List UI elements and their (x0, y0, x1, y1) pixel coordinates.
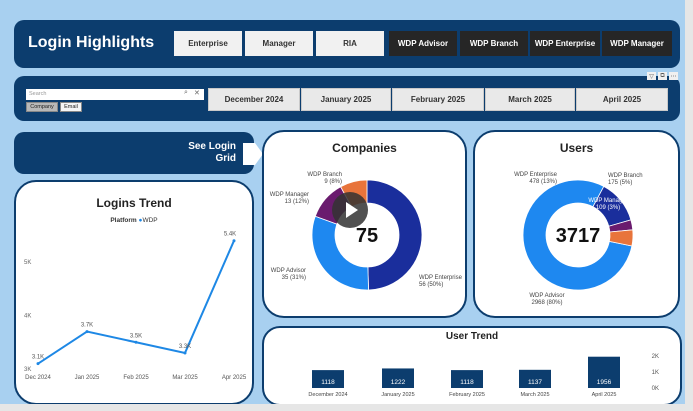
slice-label: 175 (5%) (608, 180, 632, 186)
data-point (134, 340, 138, 344)
slice-label: 2968 (80%) (531, 300, 562, 306)
month-button-jan-2025[interactable]: January 2025 (301, 88, 391, 111)
x-tick-label: March 2025 (520, 392, 549, 398)
series-line-wdp (37, 240, 235, 365)
data-label: 3.7K (81, 323, 93, 329)
x-tick-label: January 2025 (381, 392, 414, 398)
data-label: 3.3K (179, 344, 191, 350)
slice-label: WDP Branch (608, 173, 643, 179)
user-trend-card: User Trend 1118 December 2024 1222 January … (262, 326, 682, 406)
filter-button-enterprise[interactable]: Enterprise (174, 31, 242, 56)
x-tick-label: April 2025 (592, 392, 617, 398)
play-icon (346, 202, 358, 218)
slice-label: WDP Enterprise (514, 172, 558, 178)
x-tick-label: December 2024 (308, 392, 347, 398)
filter-button-wdp-branch[interactable]: WDP Branch (460, 31, 528, 56)
data-point (232, 239, 236, 243)
focus-icon[interactable]: ⧉ (658, 72, 667, 80)
tab-email[interactable]: Email (60, 102, 82, 112)
y-tick-label: 2K (652, 354, 659, 360)
slice-label: WDP Branch (307, 172, 342, 178)
slice-label: 478 (13%) (529, 179, 557, 185)
y-tick-label: 4K (24, 314, 31, 320)
x-tick-label: Mar 2025 (172, 375, 198, 381)
data-label: 3.5K (130, 333, 142, 339)
slice-label: WDP Manager (270, 192, 309, 198)
filter-button-manager[interactable]: Manager (245, 31, 313, 56)
data-label: 5.4K (224, 232, 236, 238)
data-point (36, 362, 40, 366)
slice-label: 56 (50%) (419, 282, 443, 288)
clear-icon[interactable]: ✕ (194, 89, 200, 97)
y-tick-label: 0K (652, 386, 659, 392)
users-donut-chart: WDP Advisor2968 (80%) WDP Enterprise478 (… (514, 172, 643, 306)
search-icon[interactable]: ⌕ (184, 89, 188, 97)
search-placeholder: Search (29, 91, 47, 97)
x-tick-label: Feb 2025 (123, 375, 149, 381)
bar-value-label: 1118 (321, 379, 335, 386)
slice-label: WDP Enterprise (419, 275, 463, 281)
bar-value-label: 1956 (597, 379, 612, 386)
header-bar: Login Highlights Enterprise Manager RIA … (14, 20, 680, 68)
filter-icon[interactable]: ▽ (647, 72, 656, 80)
user-trend-chart: 1118 December 2024 1222 January 2025 1118 Feb… (308, 354, 659, 398)
logins-trend-chart: 5K 4K 3K3.1K 3.7K 3.5K 3.3K 5.4K Dec 2024 Jan 20… (24, 232, 247, 381)
bar-value-label: 1222 (391, 379, 406, 386)
video-play-button[interactable] (332, 192, 368, 228)
more-icon[interactable]: ⋯ (669, 72, 678, 80)
bar-value-label: 1118 (460, 379, 474, 386)
bar-value-label: 1137 (528, 379, 542, 386)
window-edge (685, 0, 693, 411)
search-input[interactable]: Search ⌕ ✕ (26, 89, 204, 100)
see-login-grid-button[interactable]: See Login Grid (14, 132, 263, 174)
slice-label: 9 (8%) (324, 179, 342, 185)
x-tick-label: Dec 2024 (25, 375, 51, 381)
filter-button-wdp-enterprise[interactable]: WDP Enterprise (530, 31, 600, 56)
slice-label: WDP Manager (588, 198, 627, 204)
y-tick-label: 1K (652, 370, 659, 376)
month-button-mar-2025[interactable]: March 2025 (485, 88, 575, 111)
visual-header-icons: ▽ ⧉ ⋯ (647, 72, 678, 80)
x-tick-label: Jan 2025 (75, 375, 100, 381)
data-label: 3.1K (32, 355, 44, 361)
logins-trend-card: Logins Trend Platform ●WDP 5K 4K 3K 3.1K 3.7… (14, 180, 254, 405)
page-title: Login Highlights (28, 34, 155, 51)
slice-label: WDP Advisor (271, 268, 306, 274)
filter-bar: ▽ ⧉ ⋯ Search ⌕ ✕ Company Email December … (14, 72, 680, 121)
month-button-feb-2025[interactable]: February 2025 (392, 88, 484, 111)
month-button-dec-2024[interactable]: December 2024 (208, 88, 300, 111)
users-card: Users WDP Advisor 2968 (80%) WDP Enterpris… (473, 130, 680, 318)
bottom-strip (0, 404, 693, 411)
slice-label: 109 (3%) (596, 205, 620, 211)
data-point (85, 330, 89, 334)
y-tick-label: 3K (24, 367, 31, 373)
filter-button-wdp-advisor[interactable]: WDP Advisor (389, 31, 457, 56)
tab-company[interactable]: Company (26, 102, 58, 112)
x-tick-label: Apr 2025 (222, 375, 247, 381)
see-login-grid-label: See Login Grid (188, 141, 236, 164)
filter-button-ria[interactable]: RIA (316, 31, 384, 56)
y-tick-label: 5K (24, 260, 31, 266)
data-point (183, 351, 187, 355)
slice-label: WDP Advisor (529, 293, 564, 299)
x-tick-label: February 2025 (449, 392, 485, 398)
donut-center-value: 3717 (556, 225, 601, 247)
filter-button-wdp-manager[interactable]: WDP Manager (602, 31, 672, 56)
arrow-right-icon (243, 143, 263, 165)
slice-label: 35 (31%) (282, 275, 306, 281)
slice-label: 13 (12%) (285, 199, 309, 205)
donut-center-value: 75 (356, 225, 378, 247)
month-button-apr-2025[interactable]: April 2025 (576, 88, 668, 111)
